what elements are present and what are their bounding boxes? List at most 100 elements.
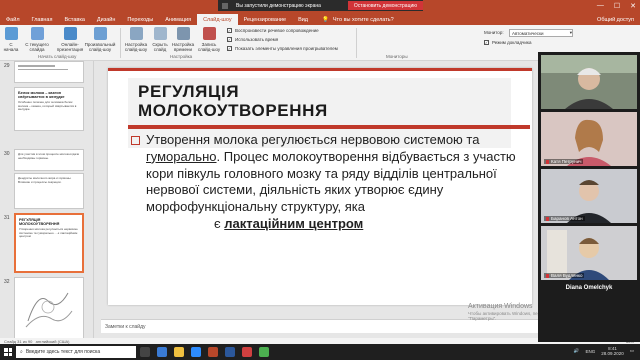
check-icon: ✓	[227, 45, 232, 51]
watermark-title: Активация Windows	[468, 303, 533, 310]
record-slideshow-button[interactable]: Запись слайд-шоу	[197, 27, 221, 52]
body-bold-text: лактаційним центром	[224, 215, 364, 231]
stop-sharing-button[interactable]: Остановить демонстрацию	[347, 1, 423, 10]
slide-thumbnail[interactable]: Белок молока – казеин свёртывается в жел…	[14, 87, 84, 131]
word-icon[interactable]	[225, 347, 235, 357]
taskbar-search-input[interactable]: ⌕ Введите здесь текст для поиска	[16, 346, 136, 358]
participant-name: Катя Петрунич	[544, 159, 584, 164]
check-icon: ✓	[484, 39, 489, 45]
monitor-label-text: Монитор:	[484, 30, 504, 35]
opera-icon[interactable]	[242, 347, 252, 357]
body-text-part: Утворення молока регулюється нервовою си…	[146, 132, 480, 147]
notes-pane[interactable]: Заметки к слайду	[101, 319, 538, 333]
participant-video-icon	[541, 55, 637, 109]
slide-thumbnails-panel: 29 Белок молока – казеин свёртывается в …	[0, 61, 94, 342]
window-controls: — ☐ ✕	[597, 2, 636, 10]
minimize-button[interactable]: —	[597, 2, 604, 10]
tell-me-box[interactable]: 💡 Что вы хотите сделать?	[322, 14, 394, 25]
close-button[interactable]: ✕	[630, 2, 636, 10]
tab-file[interactable]: Файл	[0, 14, 26, 25]
drag-handle-icon[interactable]	[222, 2, 228, 9]
participant-tile[interactable]: Катя Петрунич	[541, 112, 637, 166]
participant-tile[interactable]	[541, 55, 637, 109]
narration-checkbox[interactable]: ✓ Воспроизвести речевое сопровождение	[227, 28, 319, 33]
powerpoint-icon[interactable]	[208, 347, 218, 357]
maximize-button[interactable]: ☐	[614, 2, 620, 10]
online-label: Онлайн-презентация	[56, 42, 84, 52]
notifications-icon[interactable]: ▭	[630, 348, 634, 354]
clock[interactable]: 8:41 28.09.2020	[601, 346, 624, 356]
system-tray: 🔊 ENG 8:41 28.09.2020 ▭	[574, 346, 634, 356]
hide-slide-icon	[153, 27, 167, 40]
slide-thumbnail-selected[interactable]: РЕГУЛЯЦІЯ МОЛОКОУТВОРЕННЯ Утворення моло…	[14, 213, 84, 273]
chevron-down-icon: ▾	[569, 30, 572, 35]
rehearse-timings-button[interactable]: Настройка времени	[171, 27, 195, 52]
narration-label: Воспроизвести речевое сопровождение	[235, 28, 319, 33]
windows-start-icon[interactable]	[4, 348, 12, 356]
speaker-name: Diana Omelchyk	[565, 285, 613, 291]
thumbnail-text: Для участия в этом процессе молокоотдачи…	[18, 152, 80, 160]
title-underline	[128, 125, 530, 129]
thumbnail-title: РЕГУЛЯЦІЯ МОЛОКОУТВОРЕННЯ	[19, 218, 60, 226]
current-slide[interactable]: РЕГУЛЯЦІЯ МОЛОКОУТВОРЕННЯ Утворення моло…	[108, 68, 532, 305]
media-controls-label: Показать элементы управления проигрывате…	[235, 46, 338, 51]
volume-icon[interactable]: 🔊	[574, 348, 580, 354]
slide-thumbnail[interactable]	[14, 61, 84, 83]
media-controls-checkbox[interactable]: ✓ Показать элементы управления проигрыва…	[227, 46, 338, 51]
current-slide-icon	[30, 27, 44, 40]
title-line-1: РЕГУЛЯЦІЯ	[138, 82, 240, 101]
from-current-slide-button[interactable]: С текущего слайда	[24, 27, 50, 52]
search-placeholder: Введите здесь текст для поиска	[25, 349, 101, 355]
slide-number: 32	[4, 279, 10, 285]
slide-body-text[interactable]: Утворення молока регулюється нервовою си…	[146, 132, 528, 233]
participant-name-text: Катя Петрунич	[551, 159, 582, 164]
screen-share-bar: Вы запустили демонстрацию экрана Останов…	[218, 0, 423, 11]
slideshow-start-icon	[4, 27, 18, 40]
setup-slideshow-button[interactable]: Настройка слайд-шоу	[124, 27, 148, 52]
participant-tile[interactable]: Валя Будлянко	[541, 226, 637, 280]
record-icon	[202, 27, 216, 40]
windows-taskbar: ⌕ Введите здесь текст для поиска 🔊 ENG 8…	[0, 344, 640, 360]
slide-number: 29	[4, 63, 10, 69]
hide-slide-label: Скрыть слайд	[152, 42, 168, 52]
chrome-icon[interactable]	[259, 347, 269, 357]
setup-group-label: Настройка	[170, 54, 193, 59]
slide-thumbnail[interactable]: Для участия в этом процессе молокоотдачи…	[14, 149, 84, 171]
record-label: Запись слайд-шоу	[197, 42, 221, 52]
tab-design[interactable]: Дизайн	[91, 14, 122, 25]
body-underlined-text: гуморально	[146, 148, 217, 164]
participant-tile[interactable]: Баранов Антон	[541, 169, 637, 223]
ribbon-tabs: Файл Главная Вставка Дизайн Переходы Ани…	[0, 13, 640, 25]
tab-animations[interactable]: Анимация	[159, 14, 197, 25]
monitor-select[interactable]: Автоматически ▾	[509, 29, 573, 37]
presenter-view-checkbox[interactable]: ✓ Режим докладчика	[484, 40, 531, 45]
share-button[interactable]: Общий доступ	[597, 17, 634, 23]
folder-icon[interactable]	[174, 347, 184, 357]
tab-review[interactable]: Рецензирование	[238, 14, 292, 25]
timer-icon	[176, 27, 190, 40]
use-timings-checkbox[interactable]: ✓ Использовать время	[227, 37, 278, 42]
tab-home[interactable]: Главная	[26, 14, 59, 25]
from-beginning-button[interactable]: С начала	[3, 27, 19, 52]
slide-thumbnail[interactable]	[14, 277, 84, 339]
tab-transitions[interactable]: Переходы	[121, 14, 159, 25]
thumbnail-text: Утворення молока регулюється нервовою си…	[19, 227, 78, 239]
zoom-app-icon[interactable]	[191, 347, 201, 357]
monitor-value: Автоматически	[512, 30, 544, 36]
browser-icon[interactable]	[157, 347, 167, 357]
tab-slideshow[interactable]: Слайд-шоу	[197, 14, 238, 25]
language-indicator[interactable]: ENG	[585, 349, 595, 354]
lightbulb-icon: 💡	[322, 16, 329, 23]
hide-slide-button[interactable]: Скрыть слайд	[150, 27, 170, 52]
check-icon: ✓	[227, 27, 232, 33]
task-view-icon[interactable]	[140, 347, 150, 357]
custom-slideshow-button[interactable]: Произвольный слайд-шоу	[84, 27, 116, 52]
slide-title: РЕГУЛЯЦІЯ МОЛОКОУТВОРЕННЯ	[138, 82, 328, 120]
slide-thumbnail[interactable]: Дендриты молочного жира и гормоны. Влиян…	[14, 173, 84, 209]
powerpoint-window: Вы запустили демонстрацию экрана Останов…	[0, 0, 640, 360]
tab-view[interactable]: Вид	[292, 14, 314, 25]
tab-insert[interactable]: Вставка	[58, 14, 90, 25]
online-presentation-button[interactable]: Онлайн-презентация	[56, 27, 84, 52]
square-bullet-icon	[131, 136, 140, 145]
thumbnail-text: Дендриты молочного жира и гормоны. Влиян…	[18, 176, 72, 184]
